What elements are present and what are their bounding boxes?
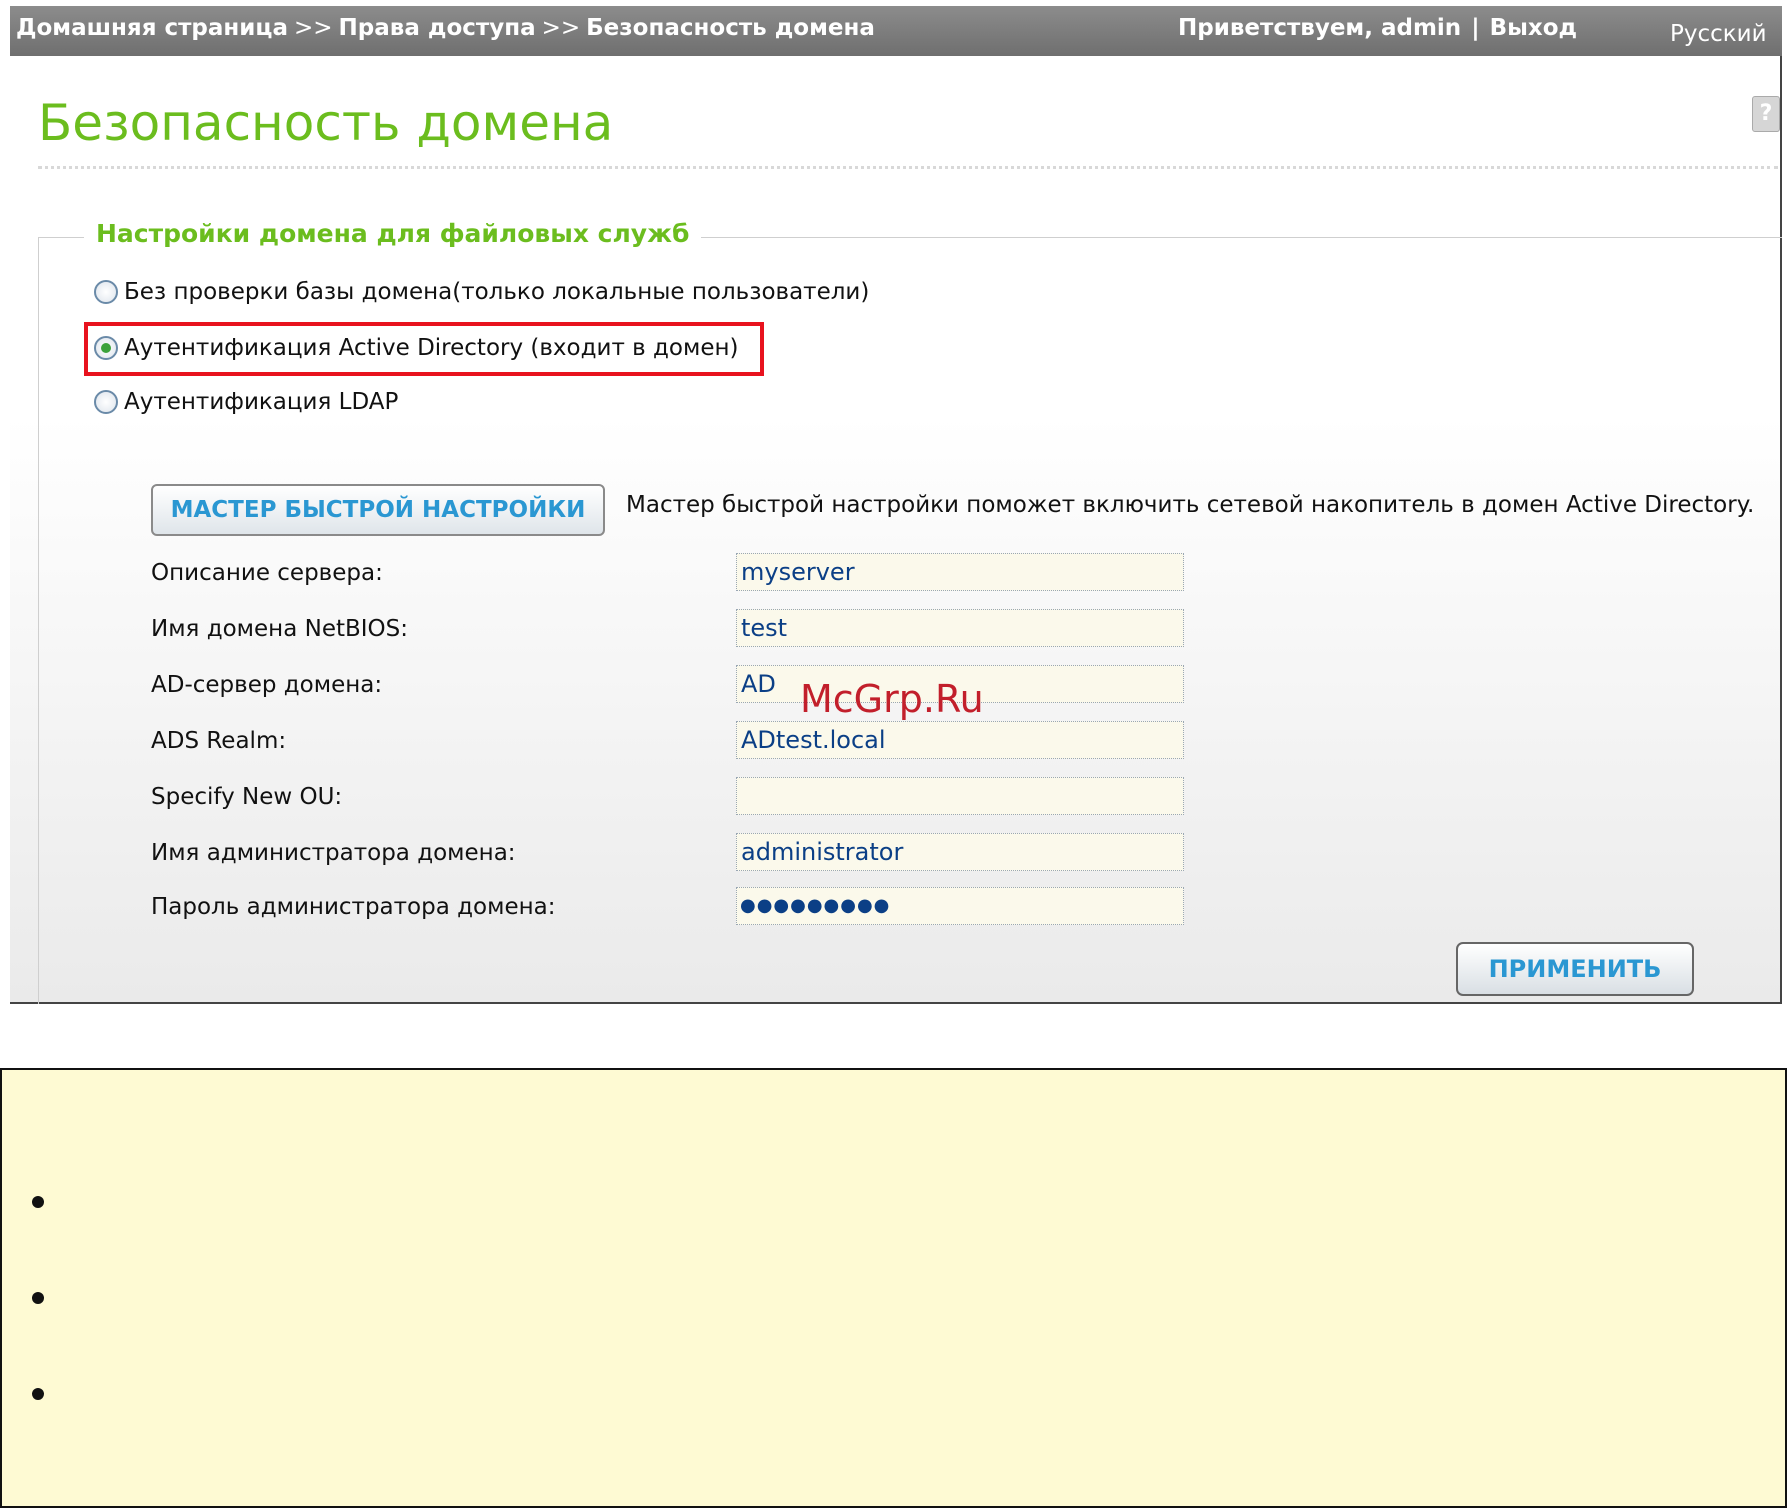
radio-option-ldap[interactable]: Аутентификация LDAP bbox=[94, 384, 398, 420]
breadcrumb-access-rights[interactable]: Права доступа bbox=[339, 15, 536, 41]
breadcrumb: Домашняя страница >> Права доступа >> Безопа… bbox=[16, 6, 875, 50]
ad-server-label: AD-сервер домена: bbox=[151, 672, 383, 698]
breadcrumb-home[interactable]: Домашняя страница bbox=[16, 15, 288, 41]
user-area: Приветствуем, admin | Выход bbox=[1178, 6, 1577, 50]
list-bullet bbox=[32, 1196, 44, 1208]
group-border-left bbox=[38, 237, 39, 1004]
domain-admin-name-input[interactable] bbox=[736, 833, 1184, 871]
language-selector[interactable]: Русский bbox=[1670, 12, 1767, 56]
logout-link[interactable]: Выход bbox=[1490, 15, 1578, 41]
radio-option-local-users[interactable]: Без проверки базы домена(только локальны… bbox=[94, 274, 869, 310]
server-description-label: Описание сервера: bbox=[151, 560, 383, 586]
breadcrumb-current: Безопасность домена bbox=[586, 15, 875, 41]
new-ou-input[interactable] bbox=[736, 777, 1184, 815]
main-panel: Безопасность домена ? Настройки домена д… bbox=[10, 56, 1782, 1004]
radio-button-unchecked-icon[interactable] bbox=[94, 280, 118, 304]
ad-server-input[interactable] bbox=[736, 665, 1184, 703]
breadcrumb-separator: >> bbox=[294, 15, 333, 41]
quick-setup-wizard-button[interactable]: МАСТЕР БЫСТРОЙ НАСТРОЙКИ bbox=[151, 484, 605, 536]
note-box bbox=[0, 1068, 1787, 1508]
server-description-input[interactable] bbox=[736, 553, 1184, 591]
ads-realm-label: ADS Realm: bbox=[151, 728, 287, 754]
list-bullet bbox=[32, 1292, 44, 1304]
greeting-text: Приветствуем, admin bbox=[1178, 15, 1462, 41]
list-bullet bbox=[32, 1388, 44, 1400]
wizard-description: Мастер быстрой настройки поможет включит… bbox=[626, 492, 1755, 518]
help-icon[interactable]: ? bbox=[1752, 96, 1780, 132]
radio-option-label: Аутентификация LDAP bbox=[124, 389, 399, 415]
new-ou-label: Specify New OU: bbox=[151, 784, 343, 810]
ads-realm-input[interactable] bbox=[736, 721, 1184, 759]
section-title: Настройки домена для файловых служб bbox=[84, 219, 702, 248]
title-divider bbox=[38, 166, 1778, 169]
breadcrumb-separator: >> bbox=[541, 15, 581, 41]
netbios-domain-input[interactable] bbox=[736, 609, 1184, 647]
domain-admin-password-label: Пароль администратора домена: bbox=[151, 894, 556, 920]
page-title: Безопасность домена bbox=[38, 94, 614, 152]
domain-admin-password-input[interactable] bbox=[736, 887, 1184, 925]
radio-option-label: Без проверки базы домена(только локальны… bbox=[124, 279, 870, 305]
highlight-box bbox=[84, 322, 764, 376]
domain-admin-name-label: Имя администратора домена: bbox=[151, 840, 516, 866]
top-bar: Домашняя страница >> Права доступа >> Безопа… bbox=[10, 6, 1782, 56]
radio-button-unchecked-icon[interactable] bbox=[94, 390, 118, 414]
divider: | bbox=[1471, 15, 1480, 41]
apply-button[interactable]: ПРИМЕНИТЬ bbox=[1456, 942, 1694, 996]
netbios-domain-label: Имя домена NetBIOS: bbox=[151, 616, 409, 642]
